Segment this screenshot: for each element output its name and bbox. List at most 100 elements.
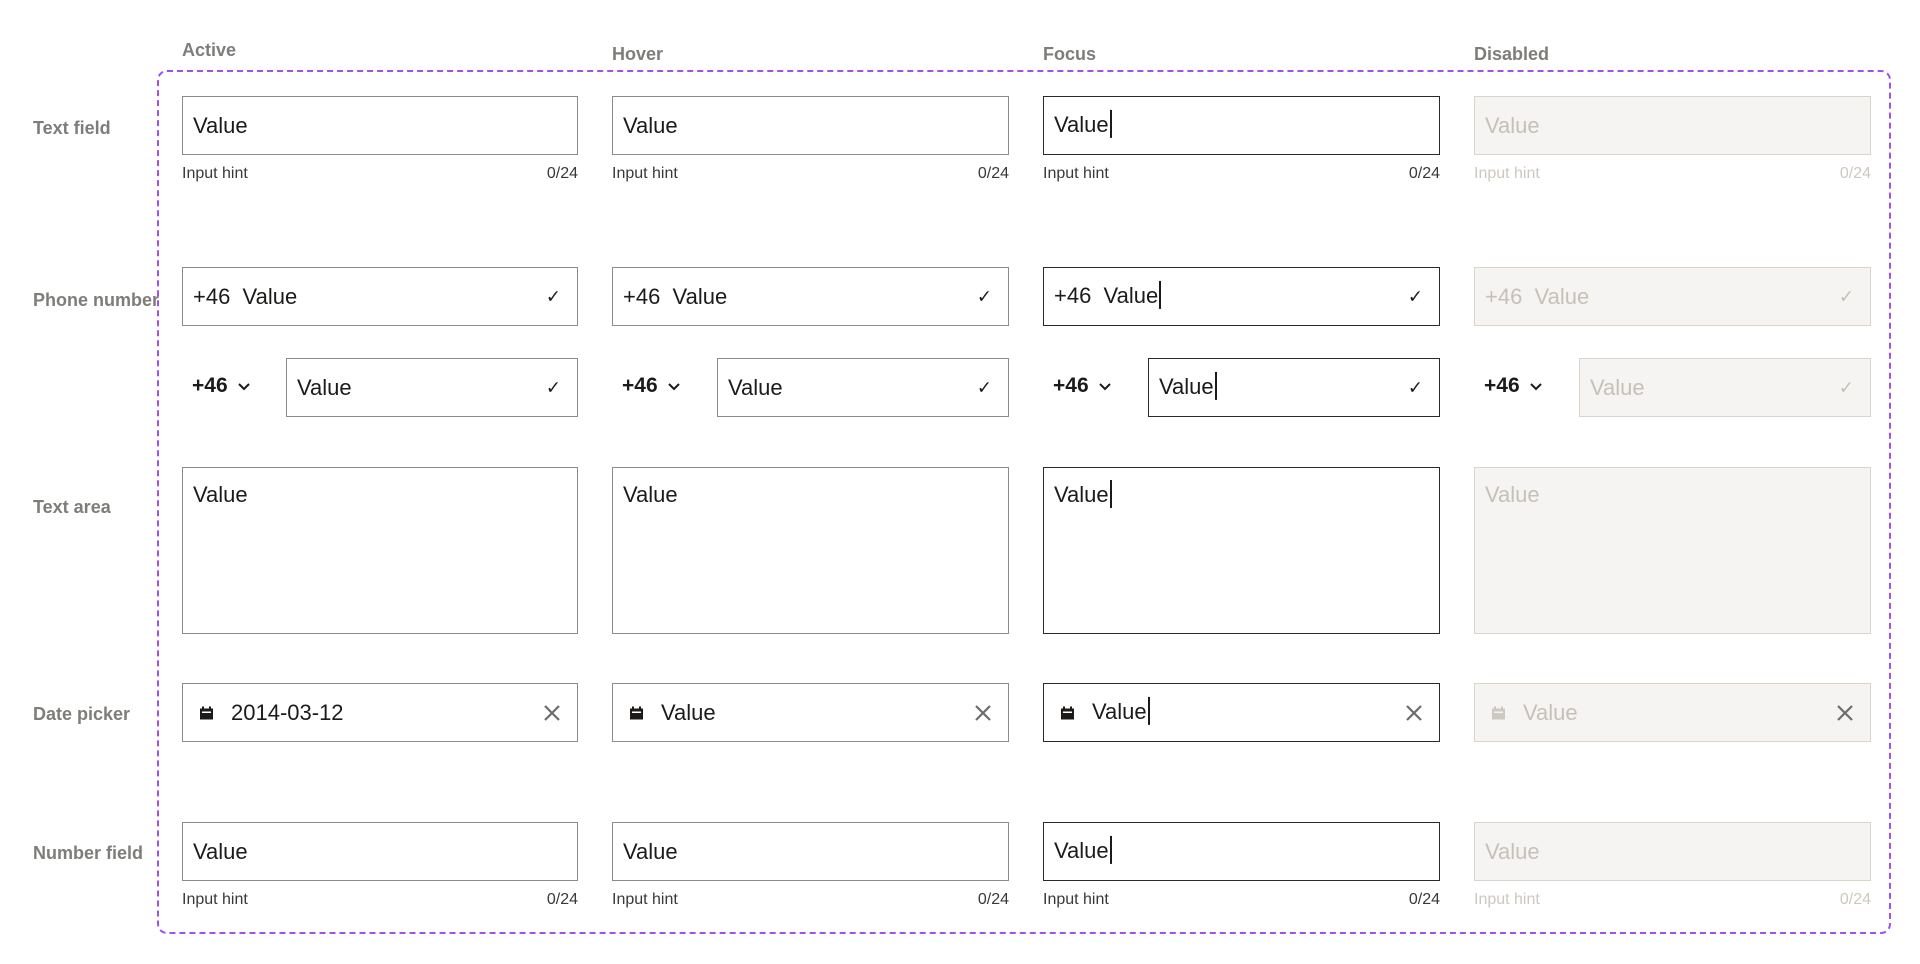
input-hint: Input hint [612, 165, 678, 182]
phone-value: Value [1159, 371, 1217, 401]
close-icon[interactable] [541, 702, 563, 724]
phone-field-hover[interactable]: +46 Value ✓ [612, 267, 1009, 326]
country-code-label: +46 [192, 374, 228, 397]
check-icon: ✓ [1407, 286, 1423, 306]
number-field-value: Value [1054, 835, 1112, 865]
date-value: Value [1092, 696, 1150, 726]
column-header-active: Active [182, 40, 237, 60]
chevron-down-icon [237, 383, 250, 391]
text-field-hover[interactable]: Value [612, 96, 1009, 155]
check-icon: ✓ [976, 286, 992, 306]
close-icon [1837, 704, 1853, 721]
phone-number-input-focus[interactable]: Value ✓ [1148, 358, 1440, 417]
number-field-value: Value [1485, 838, 1540, 864]
number-field-disabled: Value [1474, 822, 1871, 881]
input-hint: Input hint [1474, 891, 1540, 908]
text-field-disabled: Value [1474, 96, 1871, 155]
calendar-icon[interactable] [200, 706, 213, 719]
check-icon: ✓ [976, 377, 992, 397]
input-hint: Input hint [182, 891, 248, 908]
text-area-active[interactable]: Value [182, 467, 578, 634]
input-hint: Input hint [1043, 165, 1109, 182]
text-area-disabled: Value [1474, 467, 1871, 634]
country-code-select[interactable]: +46 [1053, 374, 1113, 398]
text-area-hover[interactable]: Value [612, 467, 1009, 634]
country-code-label: +46 [1484, 374, 1520, 397]
column-header-disabled: Disabled [1474, 44, 1550, 64]
country-code-select[interactable]: +46 [192, 374, 252, 398]
text-caret [1109, 480, 1112, 509]
character-counter: 0/24 [1839, 891, 1871, 908]
chevron-down-icon [667, 383, 680, 391]
character-counter: 0/24 [977, 891, 1009, 908]
chevron-down-icon [1098, 383, 1111, 391]
text-area-focus[interactable]: Value [1043, 467, 1440, 634]
check-icon: ✓ [1838, 286, 1854, 306]
country-code-select[interactable]: +46 [622, 374, 682, 398]
number-field-focus[interactable]: Value [1043, 822, 1440, 881]
input-hint: Input hint [1474, 165, 1540, 182]
phone-field-active[interactable]: +46 Value ✓ [182, 267, 578, 326]
phone-number-input-active[interactable]: Value ✓ [286, 358, 578, 417]
calendar-icon [1492, 706, 1505, 719]
phone-value: Value [297, 374, 352, 400]
text-area-value: Value [1054, 480, 1112, 510]
country-code-label: +46 [622, 374, 658, 397]
text-caret [1214, 371, 1217, 400]
check-icon: ✓ [1838, 377, 1854, 397]
character-counter: 0/24 [546, 165, 578, 182]
character-counter: 0/24 [1839, 165, 1871, 182]
text-field-value: Value [1485, 112, 1540, 138]
row-label-text-area: Text area [33, 497, 111, 517]
phone-field-disabled: +46 Value ✓ [1474, 267, 1871, 326]
check-icon: ✓ [545, 377, 561, 397]
calendar-icon[interactable] [1061, 706, 1074, 719]
input-hint: Input hint [612, 891, 678, 908]
phone-value: +46 Value [193, 283, 298, 309]
phone-value: Value [1590, 374, 1645, 400]
calendar-icon[interactable] [630, 706, 643, 719]
number-field-active[interactable]: Value [182, 822, 578, 881]
text-caret [1109, 109, 1112, 138]
phone-value: +46 Value [623, 283, 728, 309]
character-counter: 0/24 [1408, 891, 1440, 908]
column-header-hover: Hover [612, 44, 664, 64]
phone-number-input-hover[interactable]: Value ✓ [717, 358, 1009, 417]
column-header-focus: Focus [1043, 44, 1097, 64]
check-icon: ✓ [545, 286, 561, 306]
character-counter: 0/24 [546, 891, 578, 908]
text-area-value: Value [623, 482, 678, 507]
text-area-value: Value [1485, 482, 1540, 507]
number-field-value: Value [193, 838, 248, 864]
character-counter: 0/24 [1408, 165, 1440, 182]
close-icon[interactable] [972, 702, 994, 724]
row-label-phone-number: Phone number [33, 290, 160, 310]
row-label-number-field: Number field [33, 843, 144, 863]
character-counter: 0/24 [977, 165, 1009, 182]
date-value: Value [1523, 699, 1578, 725]
text-field-focus[interactable]: Value [1043, 96, 1440, 155]
text-field-value: Value [193, 112, 248, 138]
chevron-down-icon [1529, 383, 1542, 391]
text-area-value: Value [193, 482, 248, 507]
row-label-text-field: Text field [33, 118, 111, 138]
close-icon[interactable] [1403, 702, 1425, 724]
input-hint: Input hint [182, 165, 248, 182]
phone-value: Value [728, 374, 783, 400]
phone-field-focus[interactable]: +46 Value ✓ [1043, 267, 1440, 326]
date-picker-hover[interactable]: Value [612, 683, 1009, 742]
number-field-hover[interactable]: Value [612, 822, 1009, 881]
text-field-active[interactable]: Value [182, 96, 578, 155]
phone-value: +46 Value [1485, 283, 1590, 309]
number-field-value: Value [623, 838, 678, 864]
country-code-label: +46 [1053, 374, 1089, 397]
country-code-select: +46 [1484, 374, 1544, 398]
date-value: 2014-03-12 [231, 699, 344, 725]
date-picker-active[interactable]: 2014-03-12 [182, 683, 578, 742]
text-caret [1159, 280, 1162, 309]
date-value: Value [661, 699, 716, 725]
phone-value: +46 Value [1054, 280, 1162, 310]
phone-number-input-disabled: Value ✓ [1579, 358, 1871, 417]
date-picker-focus[interactable]: Value [1043, 683, 1440, 742]
row-label-date-picker: Date picker [33, 704, 131, 724]
